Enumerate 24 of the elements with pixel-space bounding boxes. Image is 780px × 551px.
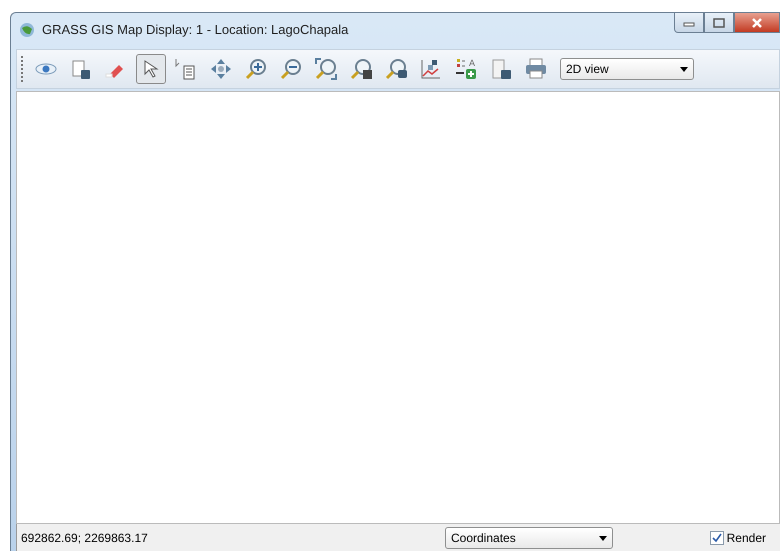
render-checkbox[interactable]: Render — [710, 531, 766, 545]
minimize-button[interactable] — [674, 13, 704, 33]
zoom-in-icon — [244, 57, 268, 81]
caret-icon — [599, 536, 607, 540]
pointer-tool[interactable] — [136, 54, 166, 84]
checkmark-icon — [712, 533, 722, 543]
globe-icon — [18, 20, 36, 38]
caret-icon — [680, 66, 688, 72]
chart-icon — [419, 57, 443, 81]
printer-icon — [524, 57, 548, 81]
zoom-extent-icon — [314, 57, 338, 81]
close-button[interactable] — [734, 13, 780, 33]
view-dropdown[interactable]: 2D view — [560, 58, 694, 80]
coordinates-text: 692862.69; 2269863.17 — [21, 531, 149, 545]
maximize-button[interactable] — [704, 13, 734, 33]
mode-dropdown[interactable]: Coordinates — [445, 527, 613, 549]
magnifier-icon — [349, 57, 373, 81]
magnifier-icon — [384, 57, 408, 81]
zoom-out-icon — [279, 57, 303, 81]
toolbar-grip[interactable] — [21, 56, 26, 82]
pan-icon — [209, 57, 233, 81]
window-title: GRASS GIS Map Display: 1 - Location: LagoChapala — [42, 22, 350, 36]
maximize-icon — [713, 18, 725, 28]
close-icon — [750, 16, 764, 28]
